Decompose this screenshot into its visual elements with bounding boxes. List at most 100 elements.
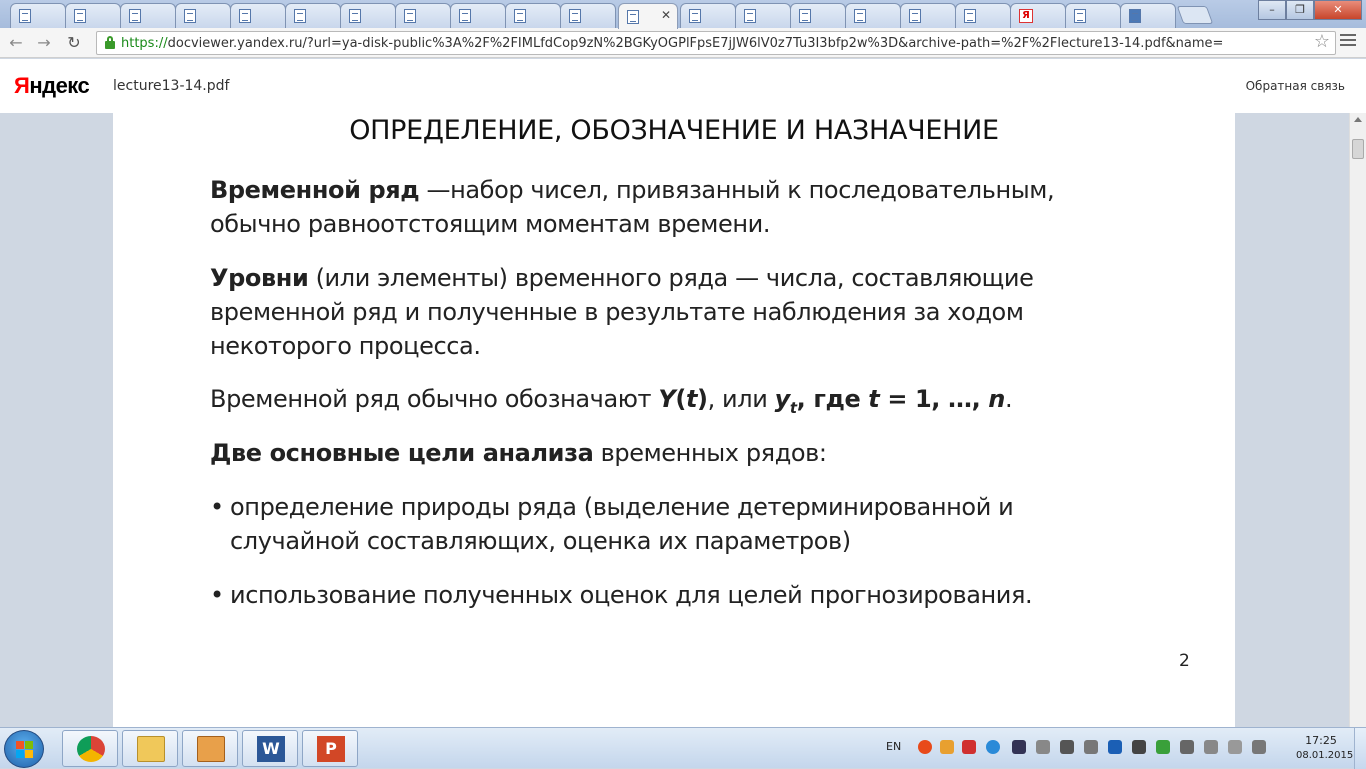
minimize-button[interactable]: – [1258, 0, 1286, 20]
device-icon[interactable] [1132, 740, 1146, 754]
windows-taskbar: W P EN 17:25 08.01.2015 [0, 727, 1366, 769]
file-name: lecture13-14.pdf [113, 78, 230, 94]
browser-tab[interactable] [1120, 3, 1176, 28]
powerpoint-icon: P [317, 736, 345, 762]
system-tray: EN [880, 728, 1300, 769]
browser-tab[interactable]: Я [1010, 3, 1066, 28]
browser-tab[interactable] [955, 3, 1011, 28]
browser-tab[interactable] [120, 3, 176, 28]
menu-icon[interactable] [1340, 34, 1356, 49]
show-desktop-button[interactable] [1354, 728, 1366, 769]
url-scheme: https:// [121, 35, 168, 51]
browser-tab[interactable] [175, 3, 231, 28]
document-icon [349, 9, 361, 23]
browser-tab[interactable] [395, 3, 451, 28]
start-button[interactable] [4, 730, 44, 768]
document-icon [74, 9, 86, 23]
browser-tab[interactable] [450, 3, 506, 28]
feedback-link[interactable]: Обратная связь [1246, 79, 1345, 93]
page-number: 2 [1179, 651, 1190, 671]
slide-title: ОПРЕДЕЛЕНИЕ, ОБОЗНАЧЕНИЕ И НАЗНАЧЕНИЕ [349, 115, 999, 146]
volume-icon[interactable] [1036, 740, 1050, 754]
viewer-header: Яндекс lecture13-14.pdf Обратная связь [0, 59, 1366, 113]
browser-tab[interactable] [505, 3, 561, 28]
taskbar-paint[interactable] [182, 730, 238, 767]
tab-strip: ✕ Я – ❐ ✕ [0, 0, 1366, 29]
scrollbar-thumb[interactable] [1352, 139, 1364, 159]
back-arrow-icon[interactable]: ← [6, 33, 26, 53]
goals-heading: Две основные цели анализа временных рядо… [210, 439, 827, 467]
document-icon [689, 9, 701, 23]
bluetooth-icon[interactable] [1108, 740, 1122, 754]
levels-paragraph: Уровни (или элементы) временного ряда — … [210, 264, 1034, 360]
browser-tab[interactable] [560, 3, 616, 28]
network-icon[interactable] [1060, 740, 1074, 754]
vertical-scrollbar[interactable] [1349, 113, 1366, 727]
reload-icon[interactable]: ↻ [64, 33, 84, 53]
forward-arrow-icon[interactable]: → [34, 33, 54, 53]
bookmark-star-icon[interactable]: ☆ [1314, 31, 1330, 52]
security-icon[interactable] [940, 740, 954, 754]
paint-icon [197, 736, 225, 762]
browser-toolbar: ← → ↻ https://docviewer.yandex.ru/?url=y… [0, 28, 1366, 58]
taskbar-word[interactable]: W [242, 730, 298, 767]
monitor-icon[interactable] [1012, 740, 1026, 754]
signal-icon[interactable] [1228, 740, 1242, 754]
record-icon[interactable] [918, 740, 932, 754]
close-tab-icon[interactable]: ✕ [661, 8, 671, 22]
document-icon [909, 9, 921, 23]
update-icon[interactable] [1156, 740, 1170, 754]
document-icon [459, 9, 471, 23]
browser-tab[interactable] [230, 3, 286, 28]
document-icon [404, 9, 416, 23]
usb-icon[interactable] [1084, 740, 1098, 754]
document-icon [799, 9, 811, 23]
document-icon [964, 9, 976, 23]
new-tab-button[interactable] [1176, 6, 1214, 24]
chat-icon [1129, 9, 1141, 23]
speaker-icon[interactable] [1252, 740, 1266, 754]
yandex-logo[interactable]: Яндекс [14, 73, 90, 99]
scroll-up-arrow-icon[interactable] [1354, 117, 1362, 122]
maximize-button[interactable]: ❐ [1286, 0, 1314, 20]
browser-tab[interactable] [735, 3, 791, 28]
browser-tab[interactable] [680, 3, 736, 28]
shield-icon[interactable] [962, 740, 976, 754]
browser-tab[interactable] [285, 3, 341, 28]
battery-icon[interactable] [1204, 740, 1218, 754]
document-icon [294, 9, 306, 23]
taskbar-chrome[interactable] [62, 730, 118, 767]
pdf-page: ОПРЕДЕЛЕНИЕ, ОБОЗНАЧЕНИЕ И НАЗНАЧЕНИЕ Вр… [113, 113, 1235, 727]
yandex-icon: Я [1019, 9, 1033, 23]
document-icon [19, 9, 31, 23]
browser-tab[interactable] [790, 3, 846, 28]
clock[interactable]: 17:25 08.01.2015 [1296, 733, 1353, 763]
browser-tab[interactable] [10, 3, 66, 28]
address-bar[interactable]: https://docviewer.yandex.ru/?url=ya-disk… [96, 31, 1336, 55]
sync-icon[interactable] [986, 740, 1000, 754]
browser-tab[interactable] [65, 3, 121, 28]
lock-icon [103, 35, 117, 51]
close-window-button[interactable]: ✕ [1314, 0, 1362, 20]
document-icon [744, 9, 756, 23]
browser-tab[interactable] [340, 3, 396, 28]
taskbar-explorer[interactable] [122, 730, 178, 767]
taskbar-powerpoint[interactable]: P [302, 730, 358, 767]
folder-icon [137, 736, 165, 762]
definition-paragraph: Временной ряд —набор чисел, привязанный … [210, 176, 1055, 238]
browser-tab[interactable] [900, 3, 956, 28]
document-icon [129, 9, 141, 23]
chrome-icon [77, 736, 105, 762]
document-icon [569, 9, 581, 23]
browser-tab[interactable] [845, 3, 901, 28]
document-viewer: ОПРЕДЕЛЕНИЕ, ОБОЗНАЧЕНИЕ И НАЗНАЧЕНИЕ Вр… [0, 113, 1349, 727]
language-indicator[interactable]: EN [886, 740, 901, 753]
url-text: docviewer.yandex.ru/?url=ya-disk-public%… [167, 35, 1224, 51]
document-icon [854, 9, 866, 23]
document-icon [627, 9, 639, 24]
browser-tab-active[interactable]: ✕ [618, 3, 678, 29]
notation-paragraph: Временной ряд обычно обозначают Y(t), ил… [210, 385, 1013, 417]
action-center-icon[interactable] [1180, 740, 1194, 754]
document-icon [239, 9, 251, 23]
browser-tab[interactable] [1065, 3, 1121, 28]
